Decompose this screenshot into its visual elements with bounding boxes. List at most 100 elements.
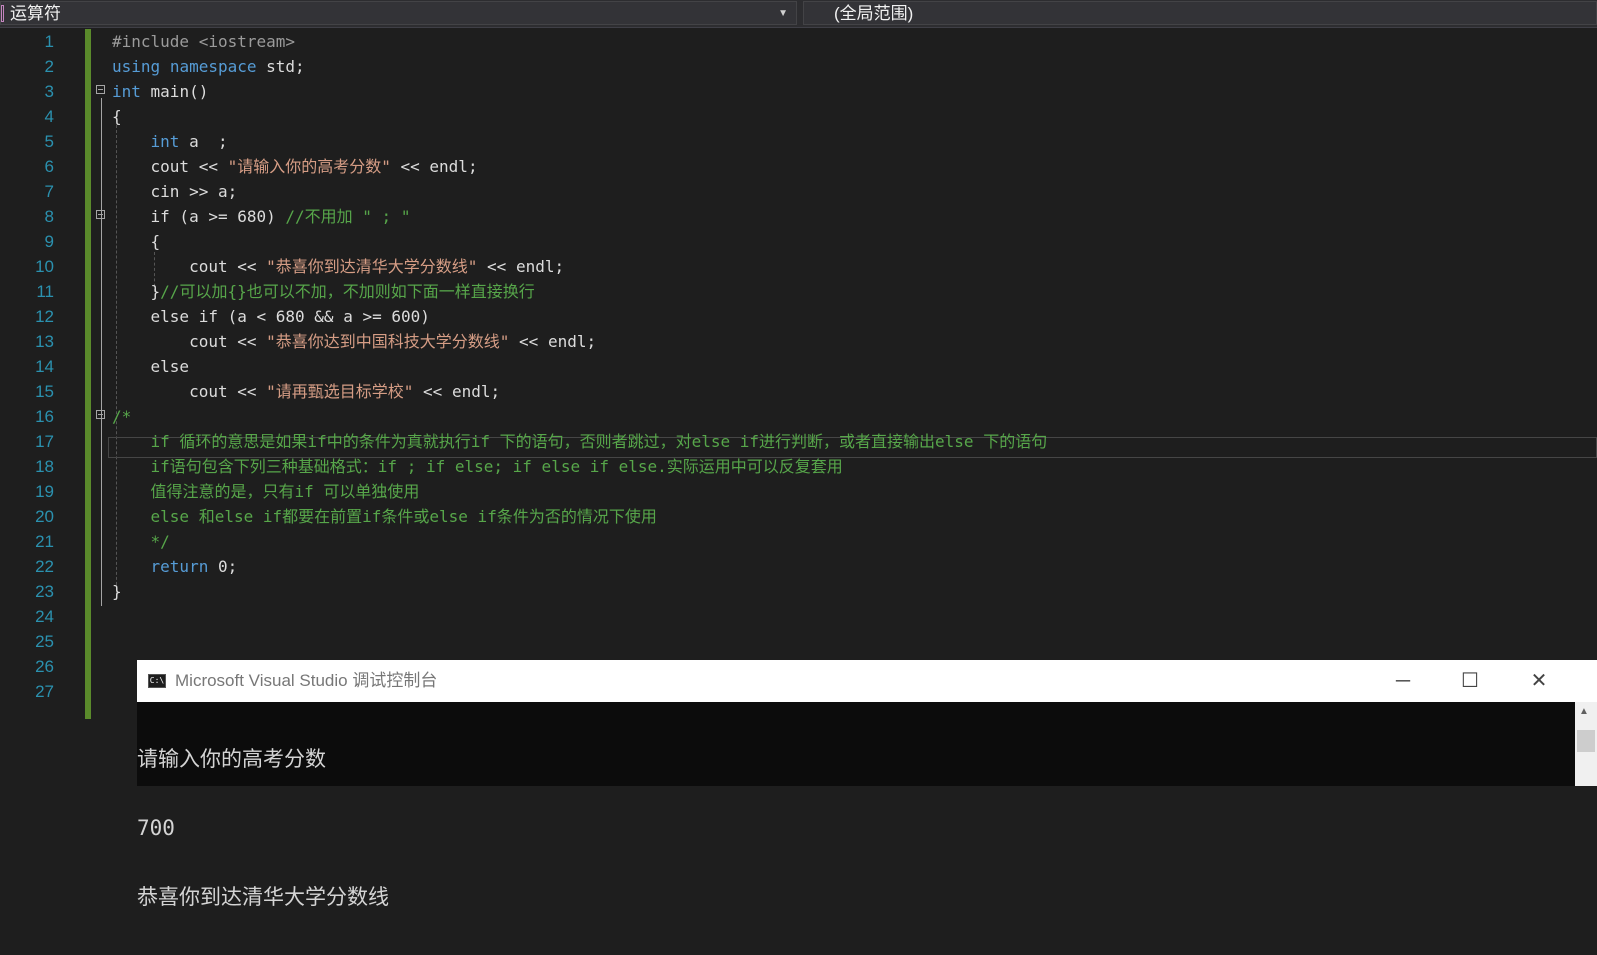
line-number: 21 [35,532,54,551]
line-number: 13 [35,332,54,351]
line-number: 4 [44,107,54,126]
code-line[interactable]: 20 else 和else if都要在前置if条件或else if条件为否的情况… [0,504,1597,529]
code-line[interactable]: 24 [0,604,1597,629]
console-output-line: 请输入你的高考分数 [137,747,326,771]
code-text: return 0; [150,557,238,576]
code-line[interactable]: 11 }//可以加{}也可以不加，不加则如下面一样直接换行 [0,279,1597,304]
console-scrollbar[interactable]: ▲ [1575,702,1597,786]
code-text: else 和else if都要在前置if条件或else if条件为否的情况下使用 [112,507,657,526]
code-line[interactable]: 15 cout << "请再甄选目标学校" << endl; [0,379,1597,404]
chevron-down-icon[interactable]: ▼ [778,2,788,26]
code-line[interactable]: 22 return 0; [0,554,1597,579]
navigation-bar: 运算符 ▼ (全局范围) [0,0,1597,28]
line-number: 7 [44,182,54,201]
console-output: 请输入你的高考分数 700 恭喜你到达清华大学分数线 [137,702,1549,955]
code-text: int a ; [150,132,228,151]
code-line[interactable]: 9 { [0,229,1597,254]
scrollbar-thumb[interactable] [1577,730,1595,752]
code-text: if 循环的意思是如果if中的条件为真就执行if 下的语句，否则者跳过，对els… [112,432,1048,451]
line-number: 23 [35,582,54,601]
line-number: 8 [44,207,54,226]
code-text: if (a >= 680) //不用加 " ; " [112,207,411,226]
code-line[interactable]: 25 [0,629,1597,654]
line-number: 5 [44,132,54,151]
line-number: 25 [35,632,54,651]
line-number: 19 [35,482,54,501]
collapse-icon[interactable] [96,85,105,94]
debug-console-window[interactable]: C:\ Microsoft Visual Studio 调试控制台 ─ ☐ ✕ … [137,660,1597,909]
collapse-icon[interactable] [96,210,105,219]
code-line[interactable]: 7 cin >> a; [0,179,1597,204]
code-text: int main() [112,82,209,101]
scope-dropdown-value: (全局范围) [834,4,914,23]
console-title: Microsoft Visual Studio 调试控制台 [175,671,438,690]
minimize-icon[interactable]: ─ [1373,660,1433,702]
code-line[interactable]: 21 */ [0,529,1597,554]
class-icon [1,5,4,22]
code-text: /* [112,407,132,426]
line-number: 15 [35,382,54,401]
line-number: 2 [44,57,54,76]
member-dropdown[interactable]: 运算符 ▼ [0,1,797,25]
line-number: 27 [35,682,54,701]
console-output-line: 700 [137,816,175,840]
code-text: } [112,582,122,601]
line-number: 26 [35,657,54,676]
line-number: 20 [35,507,54,526]
code-text: using namespace std; [112,57,305,76]
line-number: 14 [35,357,54,376]
line-number: 12 [35,307,54,326]
collapse-icon[interactable] [96,410,105,419]
line-number: 24 [35,607,54,626]
code-line[interactable]: 13 cout << "恭喜你达到中国科技大学分数线" << endl; [0,329,1597,354]
code-line[interactable]: 5 int a ; [0,129,1597,154]
maximize-icon[interactable]: ☐ [1440,660,1500,702]
line-number: 3 [44,82,54,101]
code-line[interactable]: 8 if (a >= 680) //不用加 " ; " [0,204,1597,229]
close-icon[interactable]: ✕ [1509,660,1569,702]
code-text: cout << "请再甄选目标学校" << endl; [112,382,501,401]
code-line[interactable]: 23} [0,579,1597,604]
code-line[interactable]: 19 值得注意的是，只有if 可以单独使用 [0,479,1597,504]
code-line[interactable]: 3 int main() [0,79,1597,104]
code-text: cout << "请输入你的高考分数" << endl; [112,157,478,176]
scroll-up-icon[interactable]: ▲ [1579,706,1589,717]
code-line[interactable]: 4{ [0,104,1597,129]
code-line[interactable]: 17 if 循环的意思是如果if中的条件为真就执行if 下的语句，否则者跳过，对… [0,429,1597,454]
line-number: 22 [35,557,54,576]
code-text: }//可以加{}也可以不加，不加则如下面一样直接换行 [112,282,535,301]
line-number: 6 [44,157,54,176]
console-titlebar[interactable]: C:\ Microsoft Visual Studio 调试控制台 ─ ☐ ✕ [137,660,1597,702]
line-number: 11 [36,282,54,301]
code-line[interactable]: 6 cout << "请输入你的高考分数" << endl; [0,154,1597,179]
code-line[interactable]: 10 cout << "恭喜你到达清华大学分数线" << endl; [0,254,1597,279]
code-line[interactable]: 1 #include <iostream> [0,29,1597,54]
code-line[interactable]: 16 /* [0,404,1597,429]
code-editor[interactable]: 1 #include <iostream> 2 using namespace std… [0,29,1597,719]
code-text: cin >> a; [112,182,238,201]
code-text: cout << "恭喜你到达清华大学分数线" << endl; [112,257,565,276]
line-number: 9 [44,232,54,251]
code-text: else if (a < 680 && a >= 600) [112,307,430,326]
code-line[interactable]: 14 else [0,354,1597,379]
console-output-line: 恭喜你到达清华大学分数线 [137,885,389,909]
code-text: if语句包含下列三种基础格式：if ; if else; if else if … [112,457,843,476]
code-text: #include <iostream> [112,32,296,51]
line-number: 1 [44,32,54,51]
code-line[interactable]: 2 using namespace std; [0,54,1597,79]
line-number: 16 [35,407,54,426]
code-line[interactable]: 12 else if (a < 680 && a >= 600) [0,304,1597,329]
console-app-icon: C:\ [148,674,166,688]
line-number: 17 [35,432,54,451]
code-text: */ [112,532,170,551]
code-text: { [112,107,122,126]
member-dropdown-value: 运算符 [10,4,61,23]
code-text: { [112,232,161,251]
line-number: 10 [35,257,54,276]
line-number: 18 [35,457,54,476]
scope-dropdown[interactable]: (全局范围) [803,1,1597,25]
code-text: else [112,357,190,376]
code-line[interactable]: 18 if语句包含下列三种基础格式：if ; if else; if else … [0,454,1597,479]
code-text: 值得注意的是，只有if 可以单独使用 [112,482,420,501]
code-text: cout << "恭喜你达到中国科技大学分数线" << endl; [112,332,597,351]
